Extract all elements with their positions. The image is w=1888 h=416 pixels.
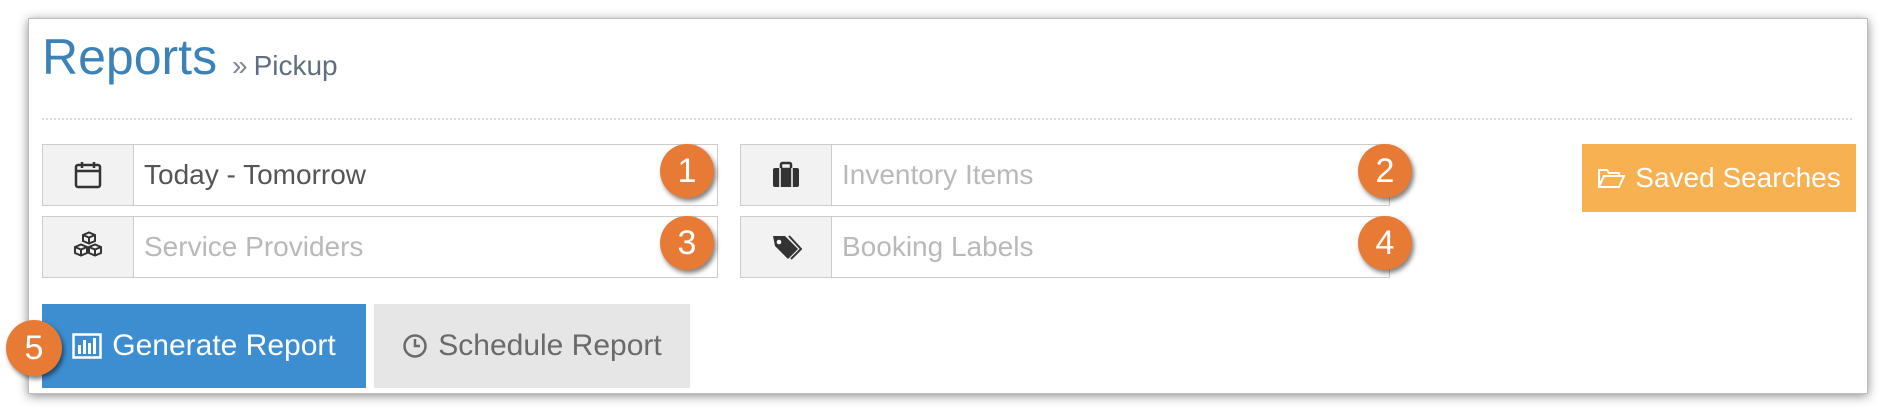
- saved-searches-button[interactable]: Saved Searches: [1582, 144, 1856, 212]
- folder-open-icon: [1597, 169, 1626, 188]
- callout-badge-2: 2: [1358, 144, 1412, 198]
- callout-badge-3: 3: [660, 216, 714, 270]
- schedule-report-label: Schedule Report: [438, 329, 662, 362]
- service-providers-placeholder[interactable]: Service Providers: [134, 217, 717, 277]
- cubes-icon: [74, 231, 102, 257]
- booking-labels-field[interactable]: Booking Labels: [740, 216, 1390, 278]
- date-range-field[interactable]: Today - Tomorrow: [42, 144, 718, 206]
- generate-report-label: Generate Report: [112, 329, 336, 362]
- inventory-items-addon: [741, 145, 832, 205]
- breadcrumb: » Pickup: [232, 50, 338, 82]
- page-title: Reports: [42, 29, 218, 85]
- inventory-items-field[interactable]: Inventory Items: [740, 144, 1390, 206]
- saved-searches-label: Saved Searches: [1635, 162, 1841, 193]
- date-range-value[interactable]: Today - Tomorrow: [134, 145, 717, 205]
- briefcase-icon: [773, 161, 799, 187]
- service-providers-field[interactable]: Service Providers: [42, 216, 718, 278]
- date-range-addon: [43, 145, 134, 205]
- generate-report-button[interactable]: Generate Report: [42, 304, 366, 388]
- bar-chart-icon: [72, 333, 103, 359]
- breadcrumb-separator: »: [232, 50, 248, 81]
- callout-badge-5: 5: [6, 320, 62, 376]
- clock-icon: [403, 334, 427, 358]
- booking-labels-placeholder[interactable]: Booking Labels: [832, 217, 1389, 277]
- callout-badge-1: 1: [660, 144, 714, 198]
- inventory-items-placeholder[interactable]: Inventory Items: [832, 145, 1389, 205]
- service-providers-addon: [43, 217, 134, 277]
- booking-labels-addon: [741, 217, 832, 277]
- calendar-icon: [74, 162, 102, 189]
- tags-icon: [773, 235, 802, 260]
- breadcrumb-current[interactable]: Pickup: [254, 50, 338, 81]
- callout-badge-4: 4: [1358, 216, 1412, 270]
- schedule-report-button[interactable]: Schedule Report: [374, 304, 690, 388]
- header-divider: [42, 118, 1852, 120]
